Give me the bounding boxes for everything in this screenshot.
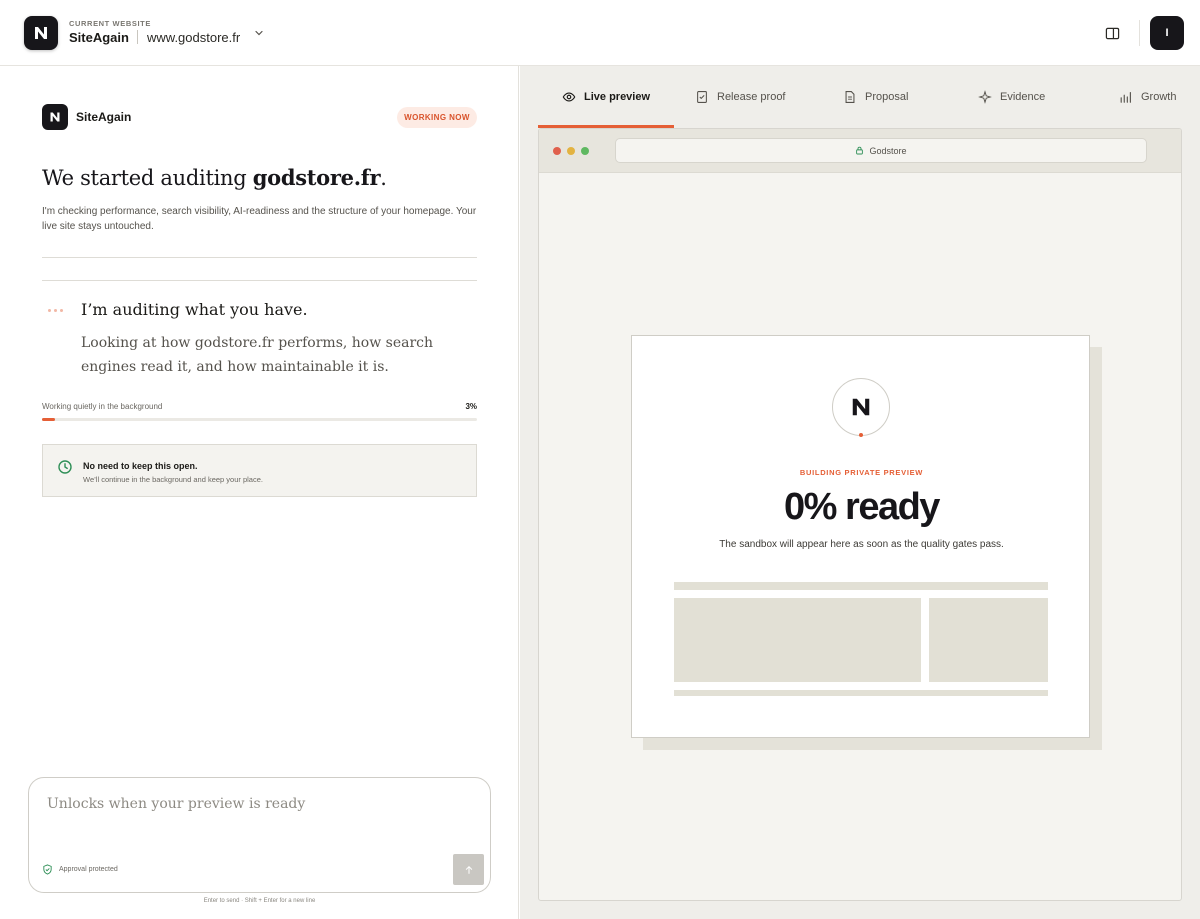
window-maximize-dot (581, 147, 589, 155)
siteagain-logo[interactable] (24, 16, 58, 50)
lock-icon (856, 146, 864, 155)
n-logo-icon (35, 27, 47, 39)
top-bar: CURRENT WEBSITE SiteAgain www.godstore.f… (0, 0, 1200, 66)
header-separator (137, 30, 138, 44)
skeleton-block (674, 598, 921, 682)
document-icon (845, 91, 855, 103)
tab-label: Growth (1141, 91, 1177, 103)
divider (42, 257, 477, 258)
address-bar[interactable]: Godstore (615, 138, 1147, 163)
headline-suffix: . (380, 166, 387, 190)
tab-release-proof[interactable]: Release proof (695, 84, 786, 110)
progress-label: Working quietly in the background (42, 402, 163, 411)
message-composer: Approval protected (28, 777, 491, 893)
headline-prefix: We started auditing (42, 166, 247, 190)
skeleton-line (674, 690, 1048, 696)
send-button[interactable] (453, 854, 484, 885)
skeleton-block (929, 598, 1048, 682)
shield-check-icon (43, 864, 52, 875)
sidebar-layout-icon (1105, 27, 1119, 39)
audit-chat-panel: SiteAgain WORKING NOW We started auditin… (0, 66, 519, 919)
checklist-icon (697, 91, 707, 103)
tab-evidence[interactable]: Evidence (978, 84, 1045, 110)
tab-live-preview[interactable]: Live preview (562, 84, 650, 110)
status-badge: WORKING NOW (397, 107, 477, 128)
note-title: No need to keep this open. (83, 461, 198, 471)
building-label: BUILDING PRIVATE PREVIEW (799, 468, 924, 477)
tab-label: Release proof (717, 91, 786, 103)
preview-building-card: BUILDING PRIVATE PREVIEW 0% ready The sa… (631, 335, 1090, 738)
progress-bar-fill (42, 418, 55, 421)
tab-label: Proposal (865, 91, 909, 103)
progress-bar (42, 418, 477, 421)
window-minimize-dot (567, 147, 575, 155)
message-input[interactable] (47, 796, 467, 812)
brand-row: SiteAgain (42, 104, 131, 130)
current-step-title: I’m auditing what you have. (81, 300, 308, 319)
eye-icon (562, 92, 576, 102)
address-text: Godstore (869, 145, 907, 156)
clock-icon (58, 460, 72, 474)
brand-name: SiteAgain (76, 110, 132, 124)
bar-chart-icon (1120, 92, 1131, 103)
header-divider (1139, 20, 1140, 46)
audit-description: I'm checking performance, search visibil… (42, 206, 477, 232)
window-close-dot (553, 147, 561, 155)
approval-status: Approval protected (42, 864, 118, 875)
ready-percentage: 0% ready (784, 486, 940, 528)
divider (42, 280, 477, 281)
preview-logo (832, 378, 890, 437)
preview-tabs: Live preview Release proof Proposal Evid… (520, 66, 1200, 128)
current-website-label: CURRENT WEBSITE (69, 19, 151, 28)
browser-toolbar: Godstore (539, 129, 1181, 173)
page-title: We started auditing godstore.fr. (42, 165, 387, 190)
headline-domain: godstore.fr (252, 165, 381, 190)
keyboard-hint: Enter to send · Shift + Enter for a new … (203, 898, 316, 904)
tab-label: Evidence (1000, 91, 1046, 103)
user-avatar-button[interactable]: I (1150, 16, 1184, 50)
n-logo-icon (50, 112, 60, 122)
n-logo-icon (852, 398, 870, 416)
preview-panel: Live preview Release proof Proposal Evid… (520, 66, 1200, 919)
skeleton-line (674, 582, 1048, 590)
progress-value: 3% (465, 402, 477, 411)
note-subtitle: We’ll continue in the background and kee… (83, 475, 263, 484)
tab-proposal[interactable]: Proposal (843, 84, 908, 110)
sparkle-icon (978, 90, 992, 104)
tab-growth[interactable]: Growth (1119, 84, 1176, 110)
loading-dot (859, 433, 863, 437)
brand-logo (42, 104, 68, 130)
site-name[interactable]: SiteAgain (69, 30, 129, 45)
panel-toggle-button[interactable] (1101, 22, 1123, 44)
arrow-up-icon (465, 865, 472, 874)
current-step-description: Looking at how godstore.fr performs, how… (81, 335, 434, 375)
tab-label: Live preview (584, 91, 651, 103)
chevron-down-icon[interactable] (254, 28, 264, 38)
typing-indicator-icon (48, 309, 63, 312)
browser-preview-frame: Godstore BUILDING PRIVATE PREVIEW 0% rea… (538, 128, 1182, 901)
approval-label: Approval protected (59, 866, 118, 873)
background-info-note: No need to keep this open. We’ll continu… (42, 444, 477, 497)
ready-description: The sandbox will appear here as soon as … (719, 539, 1004, 550)
website-domain-selector[interactable]: www.godstore.fr (147, 30, 240, 45)
